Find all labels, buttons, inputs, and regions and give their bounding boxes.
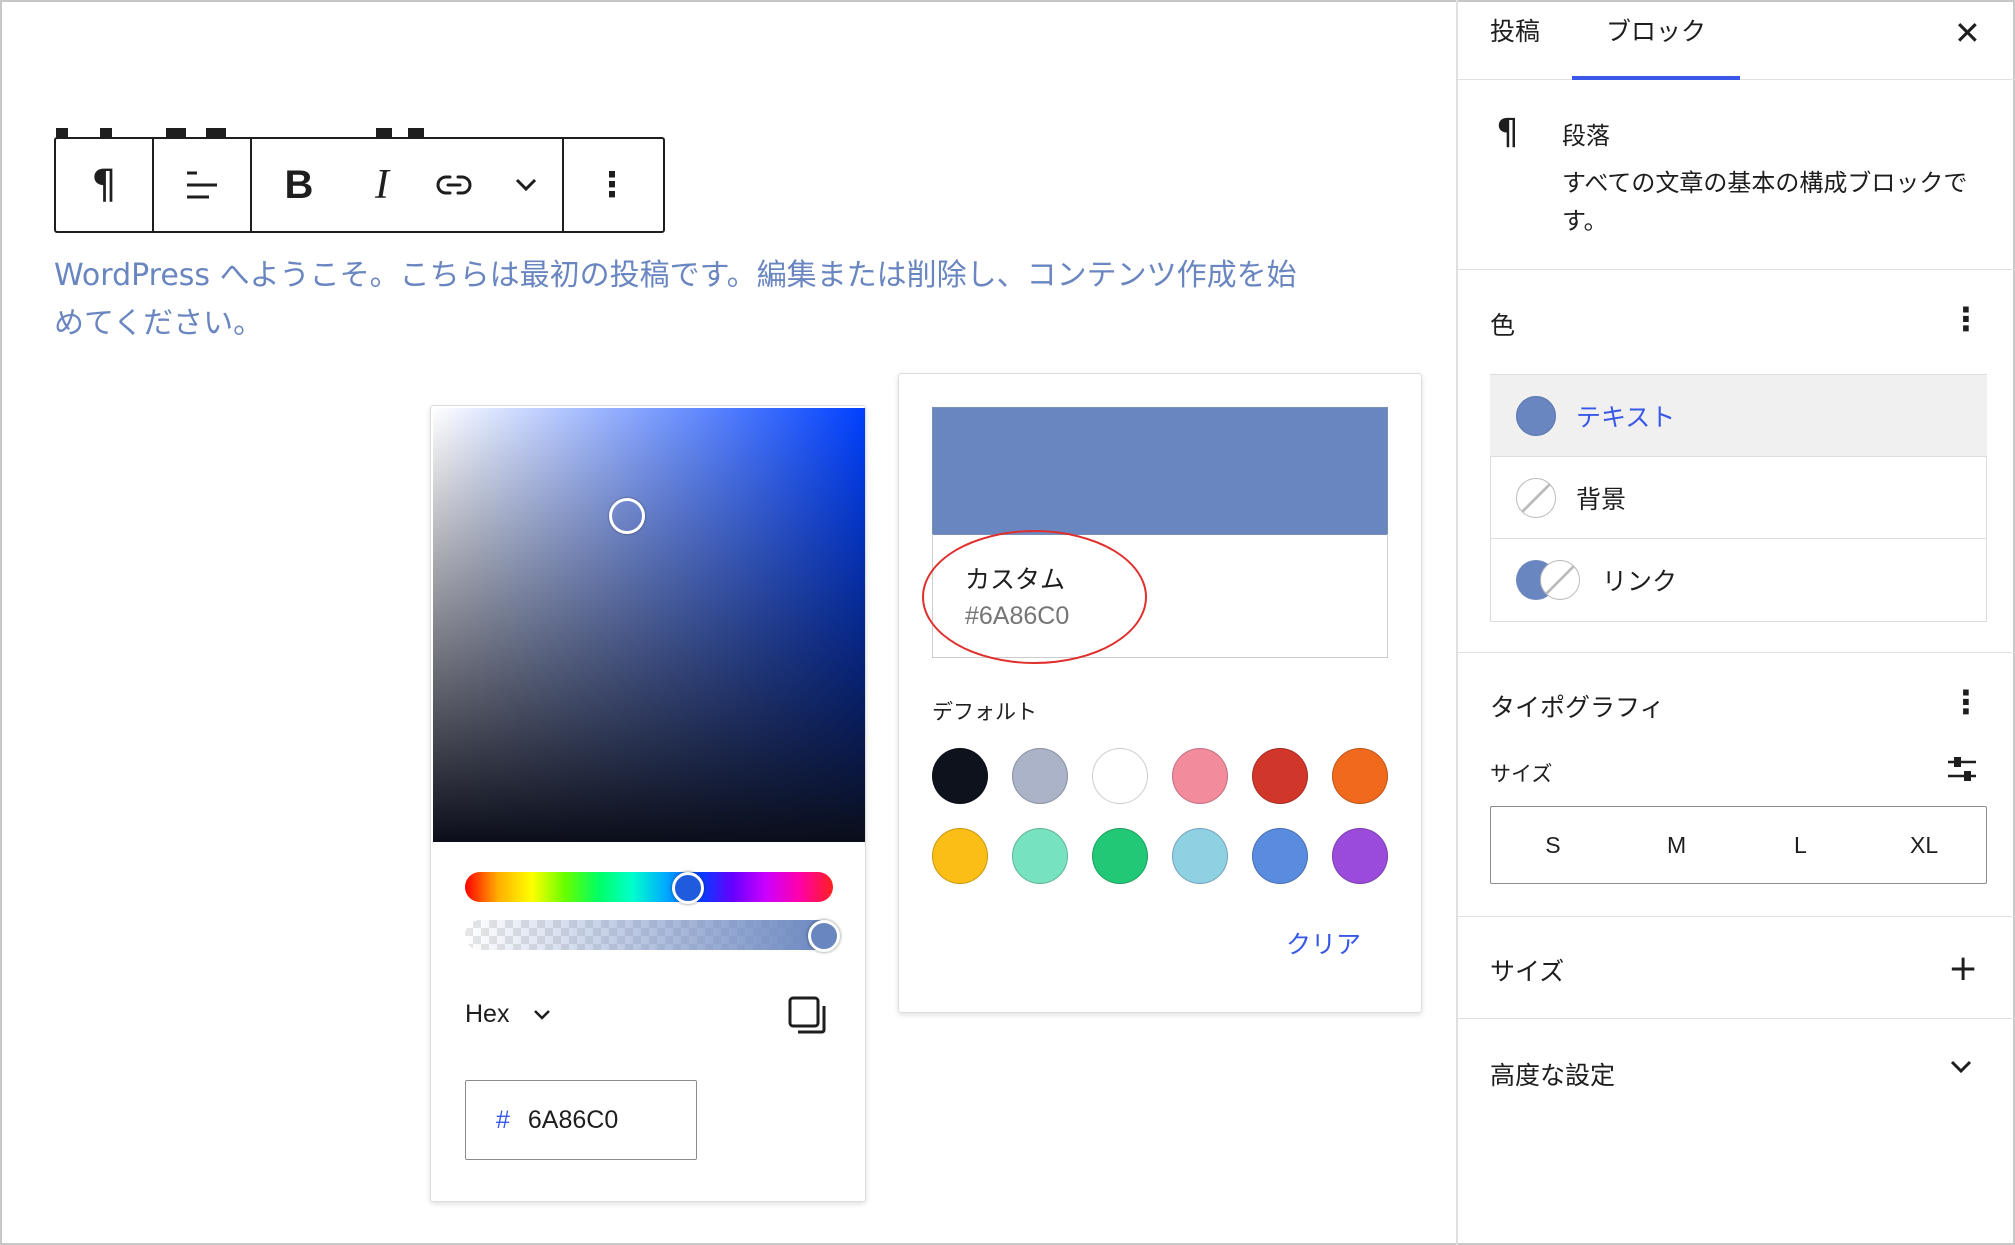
color-swatch[interactable]	[1332, 828, 1388, 884]
panel-divider	[1458, 916, 2015, 917]
tab-block[interactable]: ブロック	[1606, 12, 1706, 48]
color-swatch[interactable]	[1012, 748, 1068, 804]
paragraph-block-icon: ¶	[1496, 112, 1519, 153]
hue-slider-handle[interactable]	[672, 872, 704, 904]
alpha-slider-handle[interactable]	[808, 920, 840, 952]
paragraph-block[interactable]: WordPress へようこそ。こちらは最初の投稿です。編集または削除し、コンテ…	[54, 252, 1314, 348]
color-item-label: 背景	[1576, 484, 1627, 514]
advanced-panel-title[interactable]: 高度な設定	[1490, 1056, 1615, 1092]
options-group: ⋮	[564, 139, 660, 231]
format-select[interactable]: Hex	[465, 1000, 551, 1029]
saturation-handle[interactable]	[609, 498, 645, 534]
panel-divider	[1458, 652, 2015, 653]
annotation-highlight	[922, 530, 1147, 664]
color-swatch[interactable]	[1092, 828, 1148, 884]
typography-options-icon[interactable]: ⋮	[1950, 683, 1982, 721]
copy-icon[interactable]	[788, 996, 828, 1036]
color-item-text[interactable]: テキスト	[1490, 375, 1987, 457]
hex-input[interactable]: # 6A86C0	[465, 1080, 697, 1160]
hue-slider[interactable]	[465, 872, 833, 902]
more-options-icon[interactable]: ⋮	[564, 139, 660, 231]
hex-value: 6A86C0	[527, 1105, 619, 1134]
bold-button[interactable]: B	[252, 139, 346, 231]
color-item-link[interactable]: リンク	[1490, 539, 1987, 621]
color-item-label: リンク	[1602, 567, 1678, 596]
block-description: すべての文章の基本の構成ブロックです。	[1562, 169, 1968, 235]
format-label: Hex	[465, 1000, 510, 1028]
paragraph-icon[interactable]: ¶	[56, 139, 152, 231]
close-icon[interactable]: ✕	[1954, 14, 1981, 52]
color-swatch[interactable]	[1252, 748, 1308, 804]
current-color-preview[interactable]	[932, 407, 1388, 535]
color-swatch[interactable]	[1172, 748, 1228, 804]
add-icon[interactable]: +	[1948, 948, 1978, 989]
text-color-indicator	[1516, 395, 1556, 436]
align-group	[154, 139, 252, 231]
block-toolbar: ¶ B I ⋮	[54, 137, 665, 233]
italic-button[interactable]: I	[346, 139, 418, 231]
color-swatch[interactable]	[1012, 828, 1068, 884]
color-item-background[interactable]: 背景	[1490, 457, 1987, 539]
size-option-m[interactable]: M	[1615, 807, 1739, 883]
saturation-value-area[interactable]	[433, 408, 865, 842]
color-panel-title: 色	[1490, 311, 1516, 340]
color-swatch[interactable]	[1252, 828, 1308, 884]
panel-divider	[1458, 1018, 2015, 1019]
link-color-indicator	[1516, 560, 1582, 600]
clear-button[interactable]: クリア	[1286, 925, 1361, 961]
font-size-label: サイズ	[1490, 762, 1553, 786]
default-palette-label: デフォルト	[932, 700, 1037, 724]
color-options-icon[interactable]: ⋮	[1950, 300, 1982, 338]
block-type-group: ¶	[56, 139, 154, 231]
hex-prefix: #	[496, 1105, 510, 1134]
format-group: B I	[252, 139, 564, 231]
size-panel-title[interactable]: サイズ	[1490, 952, 1564, 988]
sidebar-tabs	[1458, 0, 2015, 80]
chevron-down-icon	[534, 1009, 551, 1020]
font-size-picker: S M L XL	[1490, 806, 1987, 884]
tab-post[interactable]: 投稿	[1490, 12, 1540, 48]
chevron-down-icon[interactable]	[490, 139, 562, 231]
size-option-xl[interactable]: XL	[1862, 807, 1986, 883]
custom-size-icon[interactable]	[1946, 754, 1978, 784]
color-item-label: テキスト	[1576, 402, 1676, 432]
color-swatch[interactable]	[1172, 828, 1228, 884]
color-swatch[interactable]	[932, 828, 988, 884]
size-option-l[interactable]: L	[1739, 807, 1863, 883]
link-icon[interactable]	[418, 139, 490, 231]
chevron-down-icon[interactable]	[1950, 1060, 1972, 1074]
background-color-indicator	[1516, 477, 1556, 518]
color-swatch[interactable]	[1332, 748, 1388, 804]
align-left-icon[interactable]	[154, 139, 250, 231]
alpha-slider[interactable]	[465, 920, 833, 950]
color-swatch[interactable]	[1092, 748, 1148, 804]
size-option-s[interactable]: S	[1491, 807, 1615, 883]
color-swatch[interactable]	[932, 748, 988, 804]
typography-panel-title: タイポグラフィ	[1490, 693, 1665, 722]
block-name: 段落	[1562, 122, 1610, 150]
